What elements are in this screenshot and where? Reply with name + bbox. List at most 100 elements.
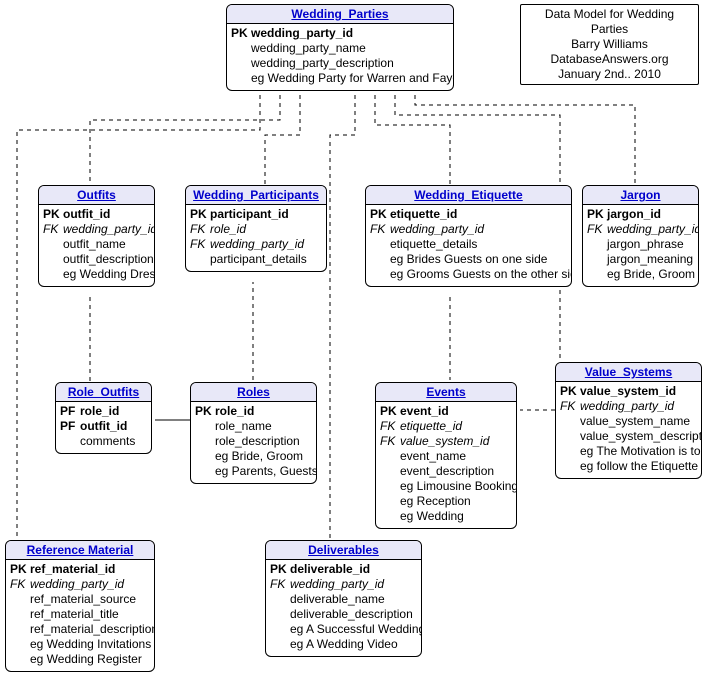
key-indicator: PK xyxy=(270,562,290,577)
key-indicator: FK xyxy=(10,577,30,592)
attribute-name: eg Wedding Dress xyxy=(63,267,155,282)
entity-events: EventsPKevent_idFKetiquette_idFKvalue_sy… xyxy=(375,382,517,529)
attribute-row: outfit_description xyxy=(43,252,150,267)
attribute-name: wedding_party_id xyxy=(210,237,304,252)
attribute-name: wedding_party_id xyxy=(580,399,674,414)
attribute-row: value_system_name xyxy=(560,414,697,429)
attribute-row: ref_material_source xyxy=(10,592,150,607)
attribute-row: PFrole_id xyxy=(60,404,147,419)
attribute-row: deliverable_name xyxy=(270,592,417,607)
attribute-row: FKwedding_party_id xyxy=(587,222,694,237)
key-indicator: FK xyxy=(190,237,210,252)
entity-wedding-participants: Wedding_ParticipantsPKparticipant_idFKro… xyxy=(185,185,327,272)
attribute-name: eg A Successful Wedding xyxy=(290,622,422,637)
key-indicator: FK xyxy=(380,419,400,434)
attribute-row: etiquette_details xyxy=(370,237,567,252)
attribute-row: PKdeliverable_id xyxy=(270,562,417,577)
attribute-name: wedding_party_description xyxy=(251,56,394,71)
key-indicator: PF xyxy=(60,404,80,419)
attribute-name: eg Wedding Party for Warren and Faye xyxy=(251,71,454,86)
entity-title: Role_Outfits xyxy=(56,383,151,402)
attribute-row: role_description xyxy=(195,434,312,449)
attribute-name: role_description xyxy=(215,434,300,449)
entity-reference-material: Reference MaterialPKref_material_idFKwed… xyxy=(5,540,155,672)
attribute-row: PKjargon_id xyxy=(587,207,694,222)
attribute-row: wedding_party_name xyxy=(231,41,449,56)
attribute-row: eg Limousine Booking xyxy=(380,479,512,494)
entity-title: Roles xyxy=(191,383,316,402)
key-indicator: FK xyxy=(380,434,400,449)
key-indicator: FK xyxy=(270,577,290,592)
entity-title: Outfits xyxy=(39,186,154,205)
attribute-name: value_system_name xyxy=(580,414,690,429)
key-indicator: PK xyxy=(370,207,390,222)
attribute-row: PKoutfit_id xyxy=(43,207,150,222)
attribute-name: eg Reception xyxy=(400,494,471,509)
key-indicator: PK xyxy=(380,404,400,419)
key-indicator: PK xyxy=(195,404,215,419)
attribute-name: wedding_party_id xyxy=(251,26,353,41)
attribute-name: eg follow the Etiquette xyxy=(580,459,698,474)
entity-wedding-parties: Wedding_PartiesPKwedding_party_idwedding… xyxy=(226,4,454,91)
attribute-name: eg Wedding Invitations xyxy=(30,637,151,652)
attribute-name: value_system_id xyxy=(400,434,489,449)
attribute-name: participant_details xyxy=(210,252,307,267)
entity-body: PFrole_idPFoutfit_idcomments xyxy=(56,402,151,453)
entity-title: Jargon xyxy=(583,186,698,205)
attribute-row: FKwedding_party_id xyxy=(10,577,150,592)
attribute-row: eg Wedding Party for Warren and Faye xyxy=(231,71,449,86)
entity-title: Value_Systems xyxy=(556,363,701,382)
entity-title: Events xyxy=(376,383,516,402)
attribute-name: outfit_description xyxy=(63,252,154,267)
attribute-name: role_name xyxy=(215,419,272,434)
attribute-name: ref_material_source xyxy=(30,592,136,607)
attribute-name: deliverable_description xyxy=(290,607,413,622)
attribute-name: ref_material_id xyxy=(30,562,115,577)
info-line: Data Model for Wedding Parties xyxy=(527,7,692,37)
attribute-name: deliverable_id xyxy=(290,562,370,577)
attribute-name: role_id xyxy=(215,404,254,419)
entity-body: PKdeliverable_idFKwedding_party_iddelive… xyxy=(266,560,421,656)
attribute-name: ref_material_description xyxy=(30,622,155,637)
entity-deliverables: DeliverablesPKdeliverable_idFKwedding_pa… xyxy=(265,540,422,657)
entity-title: Wedding_Parties xyxy=(227,5,453,24)
attribute-row: jargon_meaning xyxy=(587,252,694,267)
attribute-row: PKwedding_party_id xyxy=(231,26,449,41)
attribute-name: value_system_description xyxy=(580,429,702,444)
entity-body: PKevent_idFKetiquette_idFKvalue_system_i… xyxy=(376,402,516,528)
attribute-name: event_description xyxy=(400,464,494,479)
attribute-name: wedding_party_id xyxy=(290,577,384,592)
entity-title: Deliverables xyxy=(266,541,421,560)
attribute-name: event_id xyxy=(400,404,449,419)
attribute-name: role_id xyxy=(80,404,119,419)
info-line: January 2nd.. 2010 xyxy=(527,67,692,82)
key-indicator: PK xyxy=(560,384,580,399)
attribute-name: comments xyxy=(80,434,135,449)
key-indicator: PK xyxy=(231,26,251,41)
attribute-name: value_system_id xyxy=(580,384,676,399)
attribute-name: eg Grooms Guests on the other side xyxy=(390,267,572,282)
attribute-row: eg Parents, Guests xyxy=(195,464,312,479)
entity-body: PKetiquette_idFKwedding_party_idetiquett… xyxy=(366,205,571,286)
attribute-name: wedding_party_id xyxy=(63,222,155,237)
key-indicator: PF xyxy=(60,419,80,434)
entity-roles: Roles PKrole_idrole_namerole_descriptione… xyxy=(190,382,317,484)
attribute-name: etiquette_id xyxy=(390,207,457,222)
attribute-row: FKwedding_party_id xyxy=(190,237,322,252)
attribute-row: event_name xyxy=(380,449,512,464)
attribute-row: PFoutfit_id xyxy=(60,419,147,434)
attribute-row: role_name xyxy=(195,419,312,434)
key-indicator: FK xyxy=(560,399,580,414)
entity-body: PKoutfit_idFKwedding_party_idoutfit_name… xyxy=(39,205,154,286)
key-indicator: PK xyxy=(10,562,30,577)
attribute-row: PKparticipant_id xyxy=(190,207,322,222)
entity-wedding-etiquette: Wedding_EtiquettePKetiquette_idFKwedding… xyxy=(365,185,572,287)
attribute-row: eg Brides Guests on one side xyxy=(370,252,567,267)
attribute-row: FKvalue_system_id xyxy=(380,434,512,449)
attribute-name: eg The Motivation is to xyxy=(580,444,701,459)
attribute-row: event_description xyxy=(380,464,512,479)
attribute-row: FKwedding_party_id xyxy=(560,399,697,414)
attribute-row: PKevent_id xyxy=(380,404,512,419)
entity-role-outfits: Role_OutfitsPFrole_idPFoutfit_idcomments xyxy=(55,382,152,454)
attribute-row: eg Grooms Guests on the other side xyxy=(370,267,567,282)
